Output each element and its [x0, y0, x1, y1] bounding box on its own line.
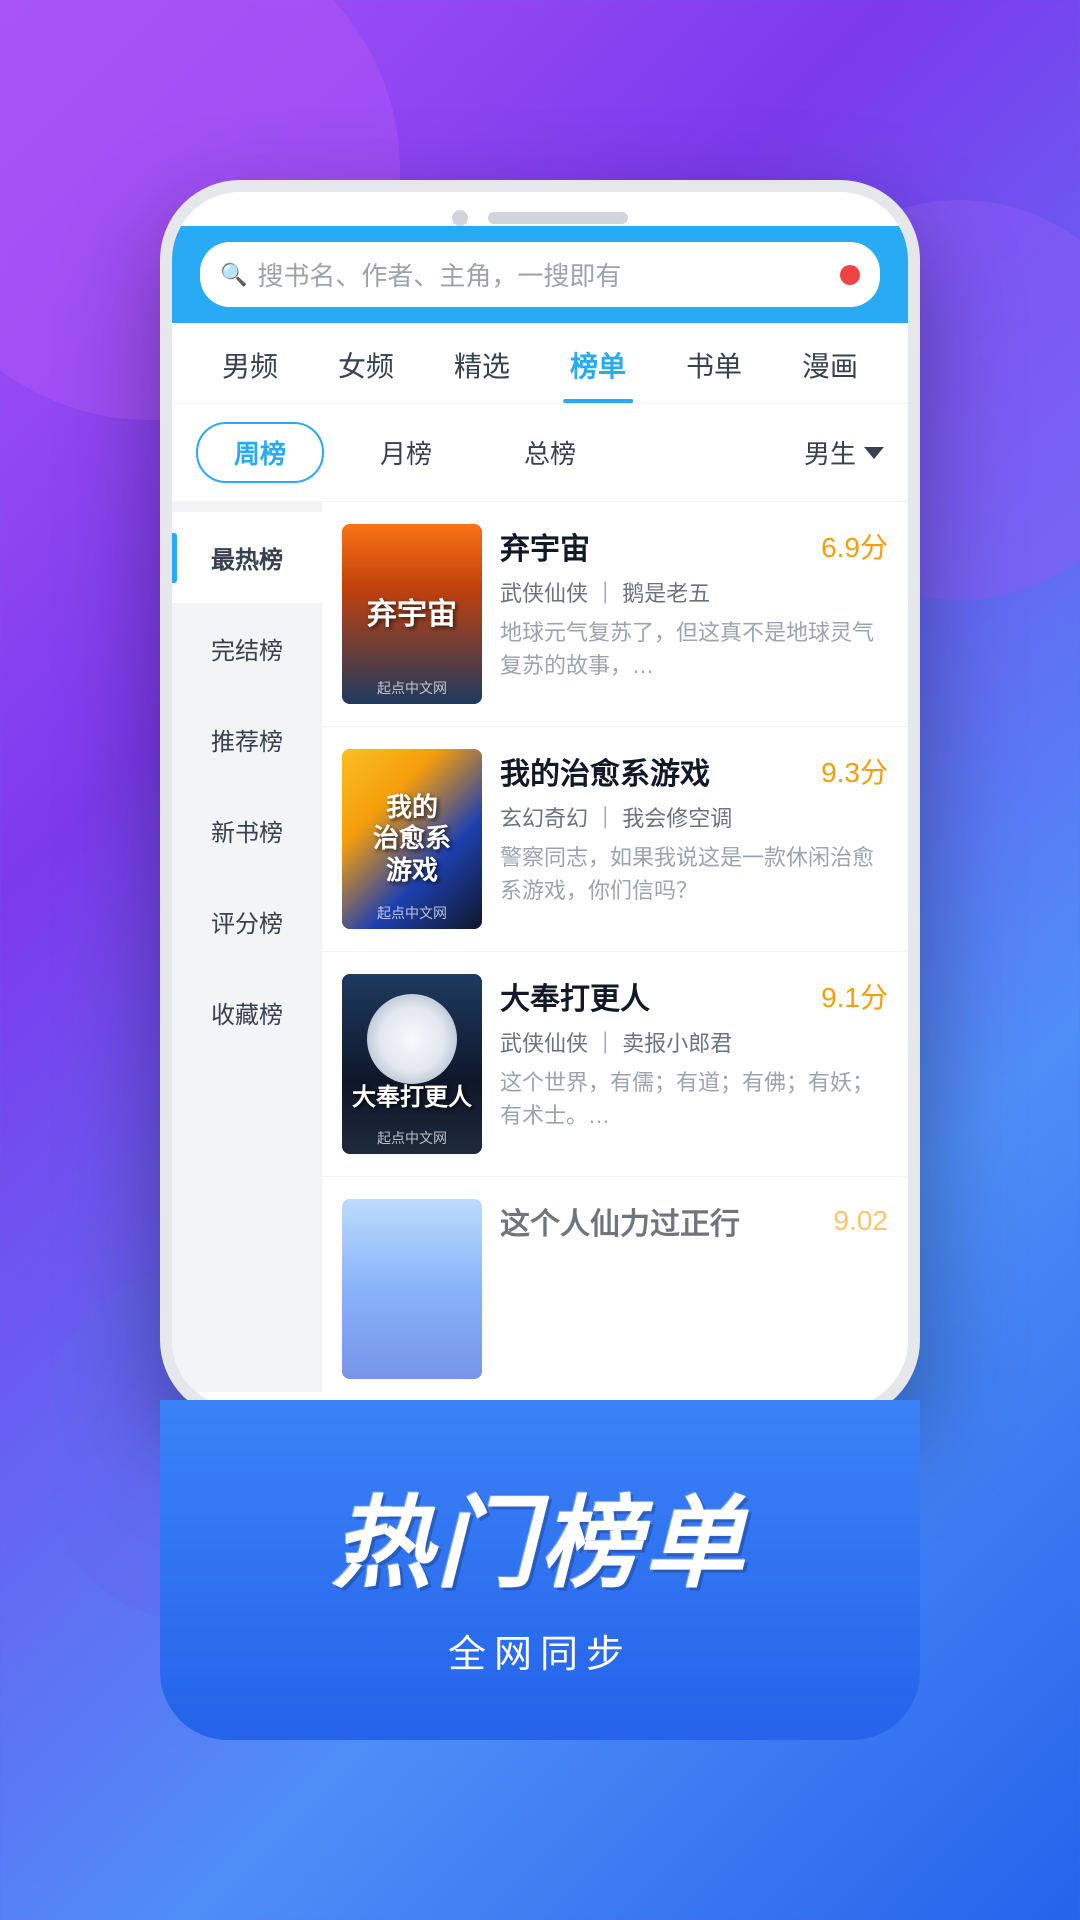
- nav-tab-comic[interactable]: 漫画: [772, 323, 888, 403]
- search-red-dot: [840, 265, 860, 285]
- sidebar-item-new[interactable]: 新书榜: [172, 785, 322, 876]
- book-info-3: 大奉打更人 9.1分 武侠仙侠 ｜ 卖报小郎君 这个世界，有儒；有道；有佛；有妖…: [500, 974, 888, 1154]
- speaker-bar: [488, 212, 628, 224]
- bottom-subtitle: 全网同步: [448, 1623, 632, 1678]
- book-desc-3: 这个世界，有儒；有道；有佛；有妖；有术士。…: [500, 1066, 888, 1132]
- book-list: 弃宇宙 起点中文网 弃宇宙 6.9分 武侠仙侠 ｜: [322, 502, 908, 1392]
- book-desc-2: 警察同志，如果我说这是一款休闲治愈系游戏，你们信吗？: [500, 841, 888, 907]
- book-item-1[interactable]: 弃宇宙 起点中文网 弃宇宙 6.9分 武侠仙侠 ｜: [322, 502, 908, 727]
- bottom-title: 热门榜单: [332, 1462, 748, 1607]
- sub-nav-total[interactable]: 总榜: [488, 424, 612, 481]
- book-meta-3: 武侠仙侠 ｜ 卖报小郎君: [500, 1026, 888, 1058]
- book-cover-badge-1: 起点中文网: [377, 678, 447, 698]
- book-meta-2: 玄幻奇幻 ｜ 我会修空调: [500, 801, 888, 833]
- search-icon: 🔍: [220, 262, 247, 288]
- book-score-4: 9.02: [834, 1205, 889, 1237]
- book-info-4: 这个人仙力过正行 9.02: [500, 1199, 888, 1379]
- book-meta-1: 武侠仙侠 ｜ 鹅是老五: [500, 576, 888, 608]
- nav-tabs: 男频 女频 精选 榜单 书单 漫画: [172, 323, 908, 404]
- sidebar-item-hottest[interactable]: 最热榜: [172, 512, 322, 603]
- search-bar-container: 🔍 搜书名、作者、主角，一搜即有: [172, 226, 908, 323]
- book-item-2[interactable]: 我的治愈系游戏 起点中文网 我的治愈系游戏 9.3分 玄幻奇幻 ｜: [322, 727, 908, 952]
- nav-tab-booklist[interactable]: 书单: [656, 323, 772, 403]
- camera-dot: [452, 210, 468, 226]
- nav-tab-female[interactable]: 女频: [308, 323, 424, 403]
- book-cover-2: 我的治愈系游戏 起点中文网: [342, 749, 482, 929]
- book-title-2: 我的治愈系游戏: [500, 749, 710, 793]
- book-score-3: 9.1分: [821, 976, 888, 1016]
- sidebar: 最热榜 完结榜 推荐榜 新书榜 评分榜 收藏榜: [172, 502, 322, 1392]
- sidebar-item-rating[interactable]: 评分榜: [172, 876, 322, 967]
- dropdown-arrow-icon: [864, 447, 884, 459]
- sidebar-item-favorite[interactable]: 收藏榜: [172, 967, 322, 1058]
- phone-content: 🔍 搜书名、作者、主角，一搜即有 男频 女频 精选 榜单 书单 漫画 周榜 月榜…: [172, 226, 908, 1392]
- sidebar-item-recommended[interactable]: 推荐榜: [172, 694, 322, 785]
- book-cover-3: 大奉打更人 起点中文网: [342, 974, 482, 1154]
- search-placeholder: 搜书名、作者、主角，一搜即有: [257, 256, 830, 293]
- search-bar[interactable]: 🔍 搜书名、作者、主角，一搜即有: [200, 242, 880, 307]
- book-info-2: 我的治愈系游戏 9.3分 玄幻奇幻 ｜ 我会修空调 警察同志，如果我说这是一款休…: [500, 749, 888, 929]
- book-item-3[interactable]: 大奉打更人 起点中文网 大奉打更人 9.1分 武侠仙侠 ｜: [322, 952, 908, 1177]
- book-info-1: 弃宇宙 6.9分 武侠仙侠 ｜ 鹅是老五 地球元气复苏了，但这真不是地球灵气复苏…: [500, 524, 888, 704]
- main-layout: 最热榜 完结榜 推荐榜 新书榜 评分榜 收藏榜 弃宇宙: [172, 502, 908, 1392]
- book-title-4: 这个人仙力过正行: [500, 1199, 740, 1243]
- phone-wrapper: 🔍 搜书名、作者、主角，一搜即有 男频 女频 精选 榜单 书单 漫画 周榜 月榜…: [160, 180, 920, 1740]
- book-cover-badge-2: 起点中文网: [377, 903, 447, 923]
- phone-notch: [172, 192, 908, 226]
- nav-tab-male[interactable]: 男频: [192, 323, 308, 403]
- nav-tab-ranking[interactable]: 榜单: [540, 323, 656, 403]
- book-cover-4: [342, 1199, 482, 1379]
- book-score-1: 6.9分: [821, 526, 888, 566]
- sidebar-item-completed[interactable]: 完结榜: [172, 603, 322, 694]
- sub-nav: 周榜 月榜 总榜 男生: [172, 404, 908, 502]
- book-cover-1: 弃宇宙 起点中文网: [342, 524, 482, 704]
- book-title-3: 大奉打更人: [500, 974, 650, 1018]
- book-title-1: 弃宇宙: [500, 524, 590, 568]
- book-score-2: 9.3分: [821, 751, 888, 791]
- book-item-4[interactable]: 这个人仙力过正行 9.02: [322, 1177, 908, 1392]
- sub-nav-monthly[interactable]: 月榜: [344, 424, 468, 481]
- nav-tab-selected[interactable]: 精选: [424, 323, 540, 403]
- sub-nav-gender-dropdown[interactable]: 男生: [804, 434, 884, 471]
- bottom-section: 热门榜单 全网同步: [160, 1400, 920, 1740]
- sub-nav-weekly[interactable]: 周榜: [196, 422, 324, 483]
- book-desc-1: 地球元气复苏了，但这真不是地球灵气复苏的故事，…: [500, 616, 888, 682]
- sub-nav-gender-label: 男生: [804, 434, 856, 471]
- book-cover-badge-3: 起点中文网: [377, 1128, 447, 1148]
- phone-frame: 🔍 搜书名、作者、主角，一搜即有 男频 女频 精选 榜单 书单 漫画 周榜 月榜…: [160, 180, 920, 1420]
